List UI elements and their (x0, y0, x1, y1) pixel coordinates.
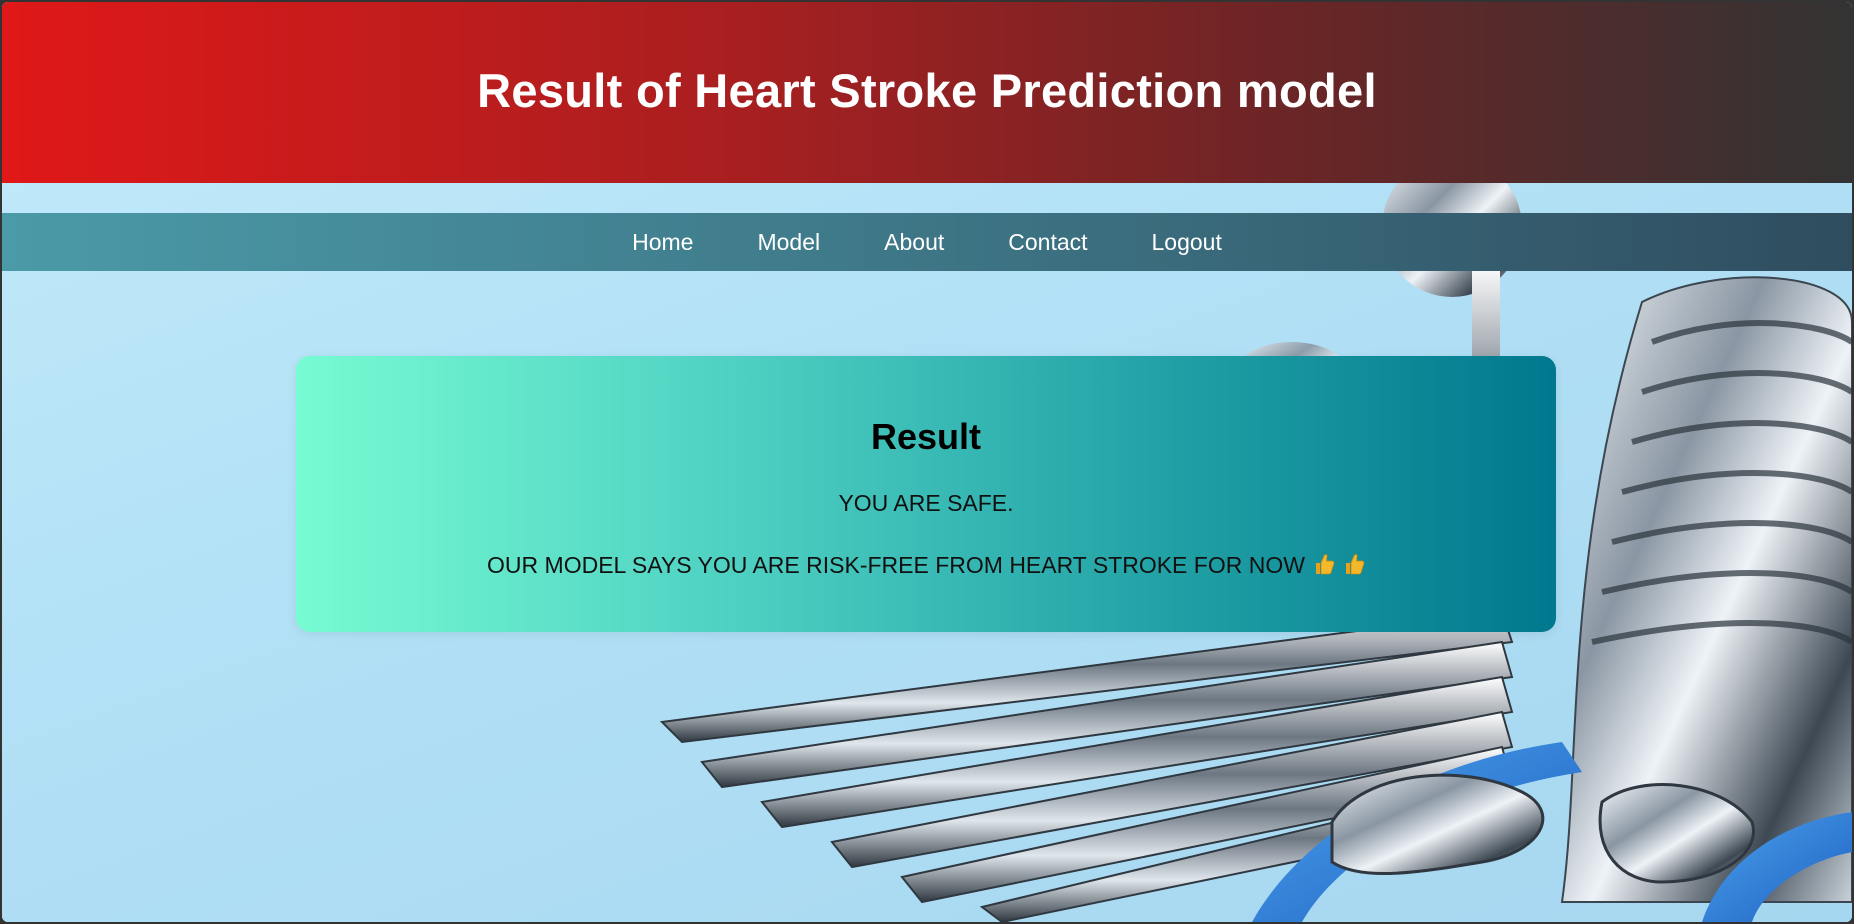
page-title: Result of Heart Stroke Prediction model (477, 64, 1377, 117)
nav-link-model[interactable]: Model (757, 229, 820, 256)
browser-viewport: Result of Heart Stroke Prediction model … (2, 2, 1852, 922)
nav-link-home[interactable]: Home (632, 229, 693, 256)
result-heading: Result (870, 416, 982, 457)
result-status: YOU ARE SAFE. (838, 490, 1014, 516)
page-header: Result of Heart Stroke Prediction model (2, 2, 1852, 183)
result-message-row: OUR MODEL SAYS YOU ARE RISK-FREE FROM HE… (296, 552, 1556, 579)
nav-link-about[interactable]: About (884, 229, 944, 256)
thumbs-up-icon (1313, 552, 1335, 576)
nav-link-contact[interactable]: Contact (1008, 229, 1087, 256)
main-nav: Home Model About Contact Logout (2, 213, 1852, 271)
nav-link-logout[interactable]: Logout (1152, 229, 1222, 256)
result-message: OUR MODEL SAYS YOU ARE RISK-FREE FROM HE… (487, 552, 1305, 578)
thumbs-up-icon (1343, 552, 1365, 576)
result-card: Result YOU ARE SAFE. OUR MODEL SAYS YOU … (296, 356, 1556, 632)
